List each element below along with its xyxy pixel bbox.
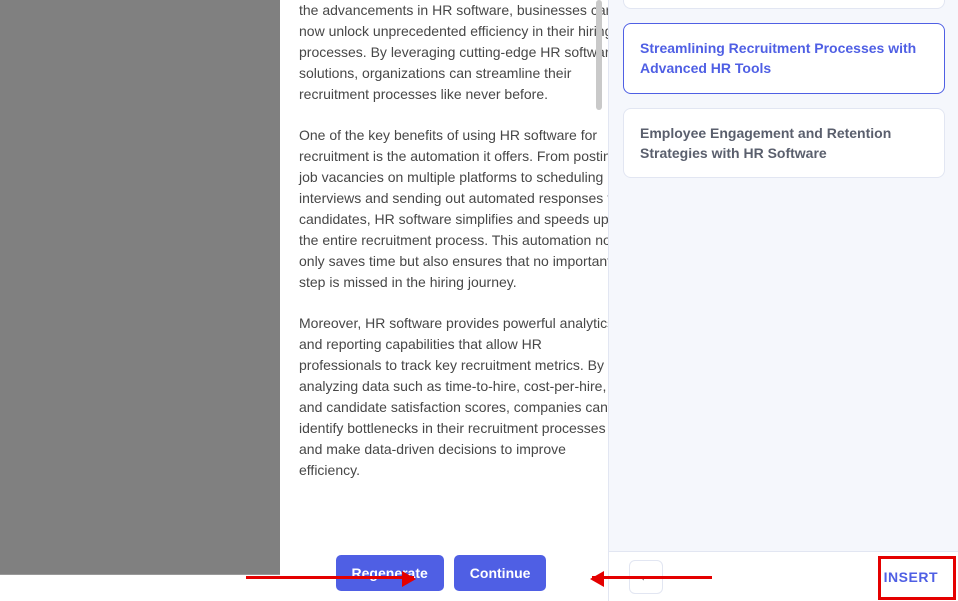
suggestions-panel: Streamlining Recruitment Processes with … xyxy=(608,0,958,551)
suggestion-card[interactable] xyxy=(623,0,945,9)
modal-backdrop xyxy=(0,0,280,575)
generated-paragraph: One of the key benefits of using HR soft… xyxy=(299,125,619,293)
action-buttons-row: Regenerate Continue xyxy=(281,555,601,591)
suggestion-card[interactable]: Employee Engagement and Retention Strate… xyxy=(623,108,945,179)
regenerate-button[interactable]: Regenerate xyxy=(336,555,444,591)
generated-text-body: the advancements in HR software, busines… xyxy=(299,0,619,481)
back-button[interactable]: ← xyxy=(629,560,663,594)
scrollbar-thumb[interactable] xyxy=(596,0,602,110)
generated-paragraph: Moreover, HR software provides powerful … xyxy=(299,313,619,481)
suggestions-footer: ← INSERT xyxy=(608,551,958,601)
insert-button[interactable]: INSERT xyxy=(874,561,948,593)
generated-text-panel: the advancements in HR software, busines… xyxy=(281,0,637,540)
suggestion-card-selected[interactable]: Streamlining Recruitment Processes with … xyxy=(623,23,945,94)
generated-paragraph: the advancements in HR software, busines… xyxy=(299,0,619,105)
text-scrollbar[interactable] xyxy=(596,0,602,200)
continue-button[interactable]: Continue xyxy=(454,555,547,591)
arrow-left-icon: ← xyxy=(638,568,654,586)
